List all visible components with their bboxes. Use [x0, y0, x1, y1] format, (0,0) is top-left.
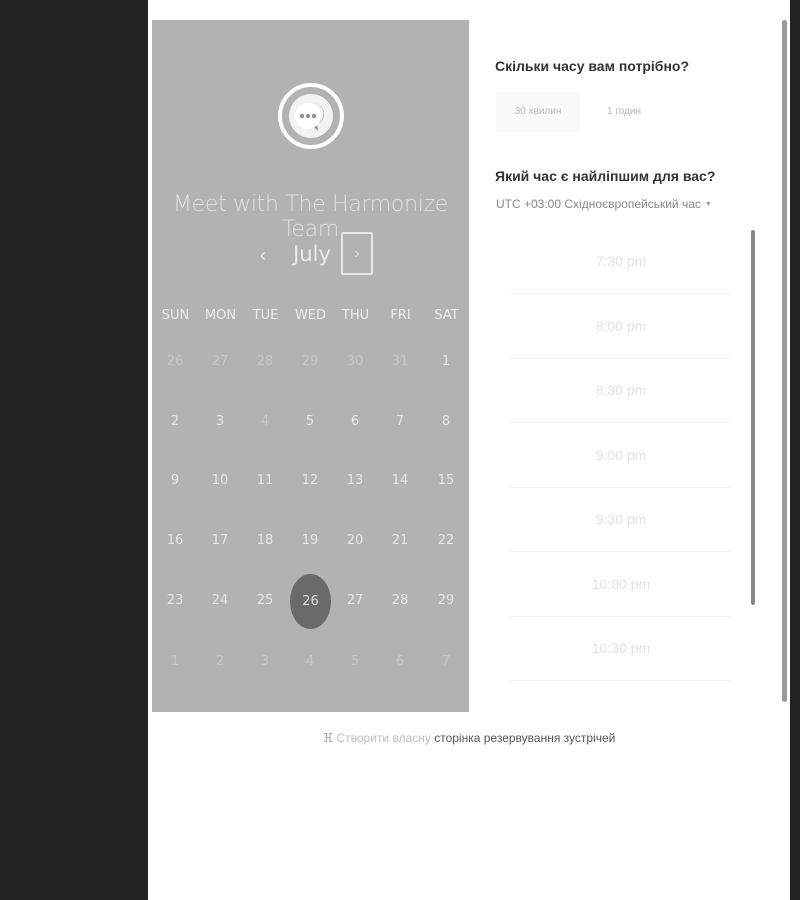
calendar-day[interactable]: 12 — [292, 463, 328, 499]
calendar-day: 26 — [166, 354, 184, 369]
duration-option-1-hour[interactable]: 1 годин — [586, 92, 662, 132]
duration-option-30-min[interactable]: 30 хвилин — [496, 92, 580, 132]
weekday-thu: THU — [341, 308, 370, 323]
calendar-day[interactable]: 21 — [382, 523, 418, 559]
chevron-right-icon: › — [354, 244, 360, 262]
timezone-select[interactable]: UTC +03:00 Східноєвропейський час ▼ — [496, 197, 712, 211]
calendar-day[interactable]: 11 — [247, 463, 283, 499]
page-scrollbar[interactable] — [782, 20, 787, 702]
calendar-day[interactable]: 1 — [428, 344, 464, 380]
calendar-day: 6 — [395, 654, 405, 669]
calendar-day[interactable]: 22 — [428, 523, 464, 559]
slot-divider — [510, 486, 732, 488]
duration-question: Скільки часу вам потрібно? — [495, 58, 690, 74]
timezone-label: UTC +03:00 Східноєвропейський час — [496, 197, 701, 211]
slot-divider — [510, 357, 732, 359]
footer-light-text: Створити власну — [336, 731, 431, 745]
time-slot[interactable]: 10:30 pm — [492, 622, 750, 674]
calendar-panel: Meet with The Harmonize Team ‹ July › SU… — [152, 20, 469, 712]
selected-day[interactable]: 26 — [290, 574, 331, 629]
time-slot-list: 7:30 pm 8:00 pm 8:30 pm 9:00 pm 9:30 pm 10:00… — [492, 228, 750, 688]
calendar-day[interactable]: 16 — [157, 523, 193, 559]
calendar-day[interactable]: 13 — [337, 463, 373, 499]
time-question: Який час є найліпшим для вас? — [495, 168, 716, 184]
next-month-button[interactable]: › — [341, 232, 373, 275]
calendar-title: Meet with The Harmonize Team — [172, 192, 449, 242]
slot-divider — [510, 551, 732, 552]
footer-bold-text: сторінка резервування зустрічей — [434, 731, 616, 745]
calendar-day[interactable]: 18 — [247, 523, 283, 559]
month-label: July — [293, 242, 331, 266]
calendar-day[interactable]: 24 — [202, 583, 238, 619]
calendar-day[interactable]: 5 — [292, 404, 328, 440]
slot-divider — [510, 615, 732, 617]
time-list-scrollbar[interactable] — [751, 230, 755, 605]
slot-divider — [510, 293, 732, 294]
calendar-day[interactable]: 10 — [202, 463, 238, 499]
calendar-day: 1 — [170, 654, 180, 669]
calendar-day: 27 — [211, 354, 229, 369]
slot-divider — [510, 422, 732, 423]
weekday-fri: FRI — [390, 308, 411, 323]
calendar-day[interactable]: 19 — [292, 523, 328, 559]
calendar-day[interactable]: 28 — [382, 583, 418, 619]
calendar-day: 2 — [215, 654, 225, 669]
time-slot[interactable]: 9:30 pm — [492, 493, 750, 545]
time-slot[interactable]: 8:30 pm — [492, 364, 750, 416]
calendar-day[interactable]: 7 — [382, 404, 418, 440]
calendar-day[interactable]: 14 — [382, 463, 418, 499]
time-slot[interactable]: 7:30 pm — [492, 235, 750, 287]
calendar-day: 4 — [305, 654, 315, 669]
calendar-day[interactable]: 9 — [157, 463, 193, 499]
right-background-bar — [790, 0, 800, 900]
weekday-tue: TUE — [252, 308, 279, 323]
calendar-day: 5 — [350, 654, 360, 669]
calendar-day: 30 — [346, 354, 364, 369]
calendar-day[interactable]: 2 — [157, 404, 193, 440]
weekday-sat: SAT — [434, 308, 459, 323]
calendar-day: 29 — [301, 354, 319, 369]
footer-link[interactable]: ⴼ Створити власну сторінка резервування … — [0, 731, 790, 745]
hubspot-sprocket-icon: ⴼ — [322, 731, 334, 745]
calendar-day[interactable]: 8 — [428, 404, 464, 440]
time-slot[interactable]: 8:00 pm — [492, 300, 750, 352]
calendar-day[interactable]: 20 — [337, 523, 373, 559]
calendar-day[interactable]: 25 — [247, 583, 283, 619]
weekday-wed: WED — [294, 308, 327, 323]
calendar-day[interactable]: 17 — [202, 523, 238, 559]
time-slot[interactable]: 9:00 pm — [492, 429, 750, 481]
calendar-day: 28 — [256, 354, 274, 369]
avatar — [278, 83, 344, 149]
calendar-day: 3 — [260, 654, 270, 669]
calendar-day[interactable]: 15 — [428, 463, 464, 499]
calendar-day[interactable]: 3 — [202, 404, 238, 440]
slot-divider — [510, 680, 732, 681]
calendar-day: 4 — [260, 414, 270, 429]
calendar-day[interactable]: 29 — [428, 583, 464, 619]
calendar-day: 31 — [391, 354, 409, 369]
calendar-day[interactable]: 23 — [157, 583, 193, 619]
calendar-day[interactable]: 6 — [337, 404, 373, 440]
weekday-sun: SUN — [161, 308, 190, 323]
previous-month-button[interactable]: ‹ — [253, 244, 273, 266]
left-background-bar — [0, 0, 148, 900]
calendar-day: 7 — [441, 654, 451, 669]
time-slot[interactable]: 10:00 pm — [492, 558, 750, 610]
calendar-day[interactable]: 27 — [337, 583, 373, 619]
weekday-mon: MON — [204, 308, 237, 323]
caret-down-icon: ▼ — [704, 201, 712, 209]
chat-bubble-icon — [289, 94, 333, 138]
